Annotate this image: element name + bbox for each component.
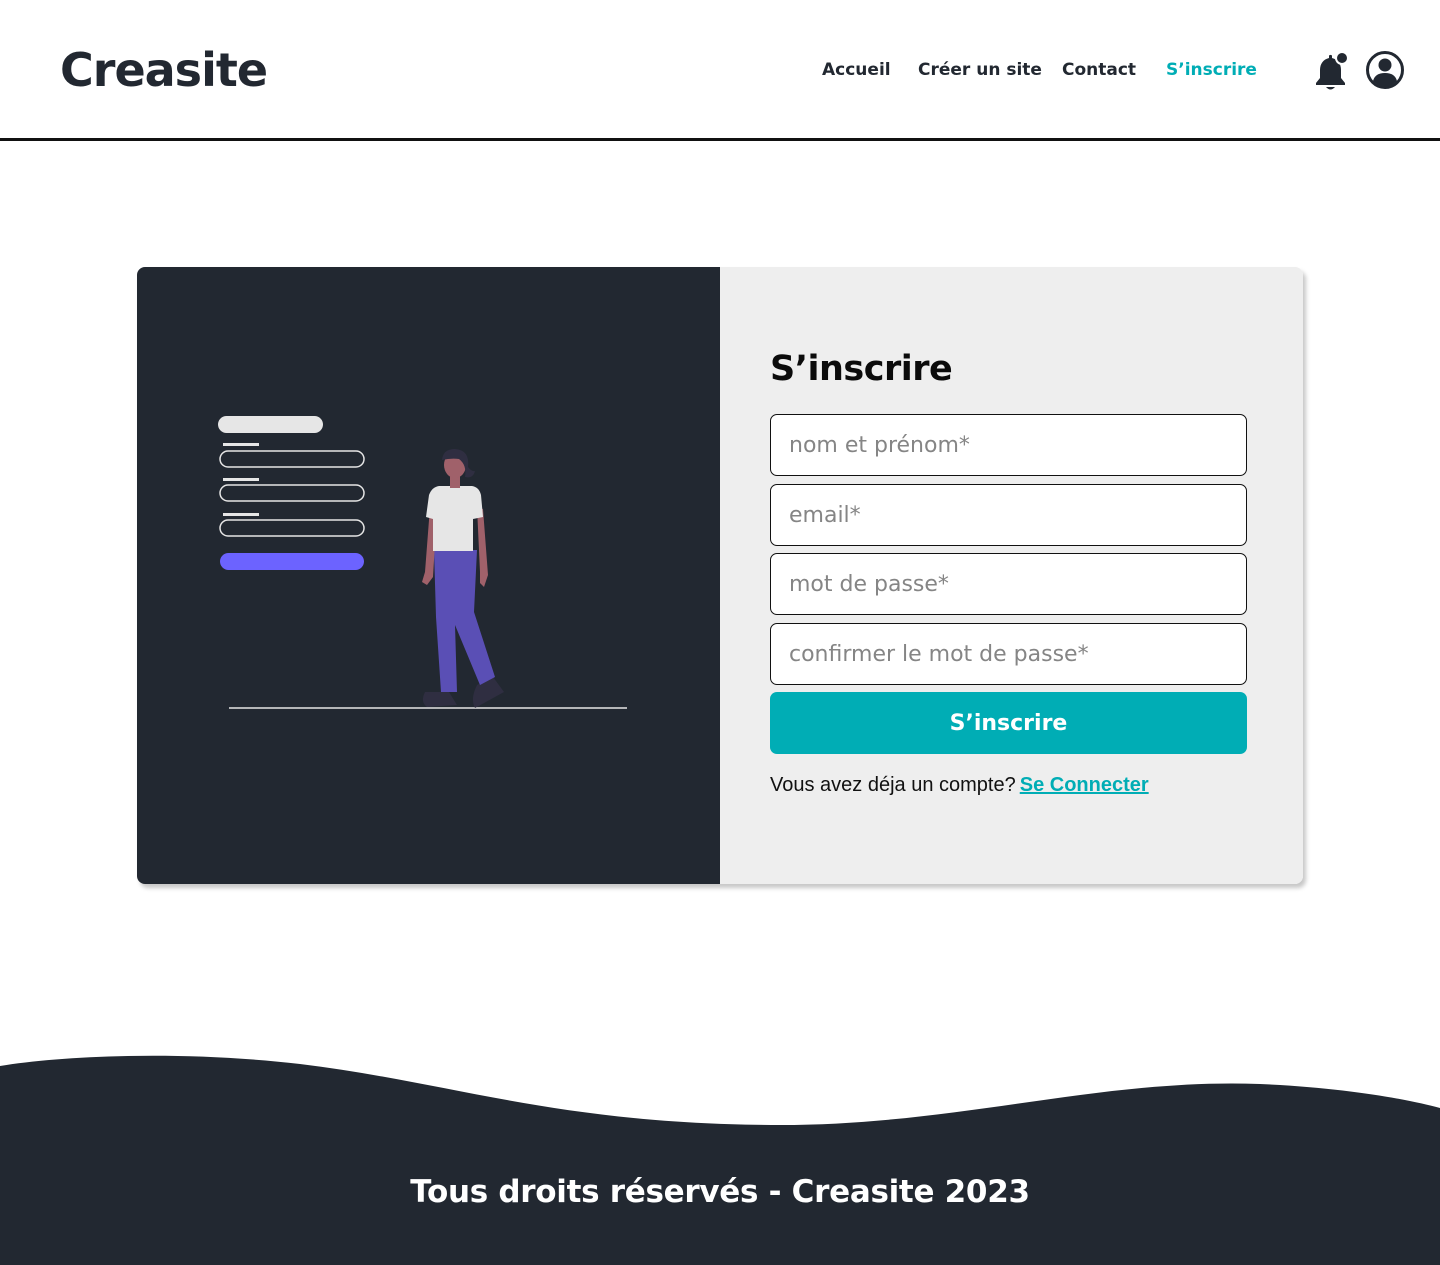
email-input[interactable] <box>770 484 1247 546</box>
bell-notification-icon[interactable] <box>1310 50 1352 92</box>
signup-submit-button[interactable]: S’inscrire <box>770 692 1247 754</box>
nav-link-creer-un-site[interactable]: Créer un site <box>918 58 1042 82</box>
site-header: Creasite Accueil Créer un site Contact S… <box>0 0 1440 141</box>
footer-wave-background <box>0 1055 1440 1265</box>
fullname-input[interactable] <box>770 414 1247 476</box>
nav-link-sinscrire[interactable]: S’inscrire <box>1166 58 1257 82</box>
footer-copyright: Tous droits réservés - Creasite 2023 <box>410 1174 1030 1210</box>
nav-link-accueil[interactable]: Accueil <box>822 58 891 82</box>
signup-illustration <box>218 416 627 709</box>
login-prompt-text: Vous avez déja un compte? <box>770 774 1016 796</box>
signup-title: S’inscrire <box>770 349 953 389</box>
signup-card: S’inscrire S’inscrire Vous avez déja un … <box>137 267 1303 884</box>
illustration-panel <box>137 267 720 884</box>
confirm-password-input[interactable] <box>770 623 1247 685</box>
password-input[interactable] <box>770 553 1247 615</box>
signup-form-panel: S’inscrire S’inscrire Vous avez déja un … <box>720 267 1303 884</box>
user-account-icon[interactable] <box>1365 50 1405 90</box>
nav-link-contact[interactable]: Contact <box>1062 58 1136 82</box>
login-prompt-line: Vous avez déja un compte? Se Connecter <box>770 772 1149 798</box>
login-link[interactable]: Se Connecter <box>1020 774 1149 796</box>
brand-logo[interactable]: Creasite <box>60 40 268 100</box>
